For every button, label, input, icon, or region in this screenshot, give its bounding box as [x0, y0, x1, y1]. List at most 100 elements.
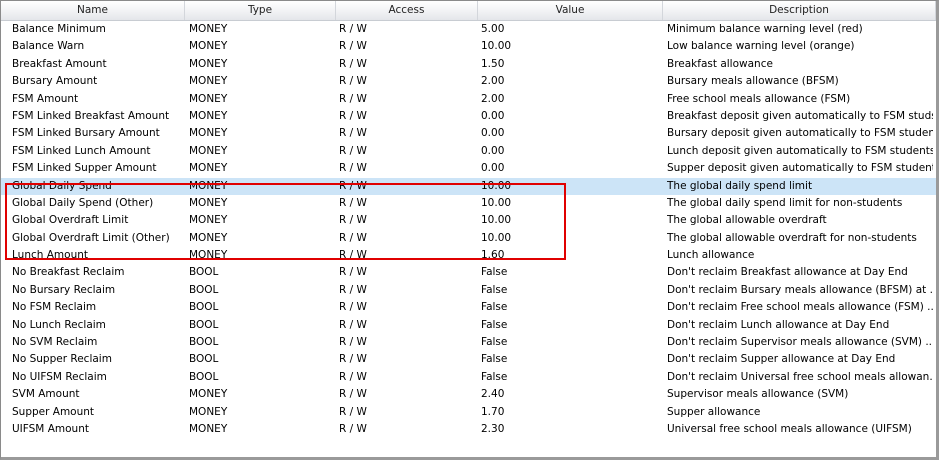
value-cell: 0.00	[481, 109, 505, 122]
description-cell: Low balance warning level (orange)	[667, 40, 855, 53]
name-cell: Balance Warn	[12, 40, 85, 53]
access-cell: R / W	[339, 388, 367, 401]
name-cell: Global Overdraft Limit	[12, 214, 129, 227]
value-cell: False	[481, 370, 508, 383]
value-cell: False	[481, 318, 508, 331]
value-cell: False	[481, 301, 508, 314]
name-cell: SVM Amount	[12, 388, 80, 401]
type-cell: MONEY	[189, 109, 228, 122]
name-cell: FSM Linked Breakfast Amount	[12, 109, 170, 122]
access-cell: R / W	[339, 57, 367, 70]
description-cell: Don't reclaim Lunch allowance at Day End	[667, 318, 890, 331]
name-cell: Global Daily Spend	[12, 179, 112, 192]
table-row[interactable]: FSM Linked Supper Amount MONEY R / W 0.00 Su…	[1, 160, 936, 177]
type-cell: MONEY	[189, 196, 228, 209]
name-cell: Global Overdraft Limit (Other)	[12, 231, 170, 244]
access-cell: R / W	[339, 249, 367, 262]
value-cell: 10.00	[481, 214, 512, 227]
value-cell: False	[481, 283, 508, 296]
table-body: Balance Minimum MONEY R / W 5.00 Minimum bal…	[1, 21, 936, 438]
access-cell: R / W	[339, 283, 367, 296]
type-cell: MONEY	[189, 57, 228, 70]
value-cell: False	[481, 336, 508, 349]
table-row[interactable]: Lunch Amount MONEY R / W 1.60 Lunch allowanc…	[1, 247, 936, 264]
table-row[interactable]: SVM Amount MONEY R / W 2.40 Supervisor meals…	[1, 386, 936, 403]
table-row[interactable]: No Supper Reclaim BOOL R / W False Don't rec…	[1, 351, 936, 368]
type-cell: BOOL	[189, 283, 219, 296]
description-cell: Lunch allowance	[667, 249, 755, 262]
table-row[interactable]: Global Daily Spend (Other) MONEY R / W 10.0…	[1, 195, 936, 212]
type-cell: MONEY	[189, 249, 228, 262]
access-cell: R / W	[339, 144, 367, 157]
type-cell: BOOL	[189, 266, 219, 279]
table-row[interactable]: FSM Linked Lunch Amount MONEY R / W 0.00 Lun…	[1, 143, 936, 160]
value-cell: 0.00	[481, 144, 505, 157]
value-cell: 0.00	[481, 127, 505, 140]
access-cell: R / W	[339, 336, 367, 349]
access-cell: R / W	[339, 353, 367, 366]
table-row[interactable]: UIFSM Amount MONEY R / W 2.30 Universal free…	[1, 421, 936, 438]
type-cell: BOOL	[189, 370, 219, 383]
name-cell: Supper Amount	[12, 405, 95, 418]
name-cell: No UIFSM Reclaim	[12, 370, 107, 383]
table-row[interactable]: FSM Amount MONEY R / W 2.00 Free school meal…	[1, 91, 936, 108]
column-header-name[interactable]: Name	[1, 1, 185, 20]
table-header: Name Type Access Value Description	[1, 1, 936, 21]
name-cell: FSM Amount	[12, 92, 79, 105]
type-cell: MONEY	[189, 23, 228, 35]
description-cell: Bursary meals allowance (BFSM)	[667, 75, 839, 88]
description-cell: The global allowable overdraft	[667, 214, 827, 227]
access-cell: R / W	[339, 162, 367, 175]
table-row[interactable]: FSM Linked Breakfast Amount MONEY R / W 0.0…	[1, 108, 936, 125]
description-cell: The global daily spend limit for non-stu…	[667, 196, 903, 209]
table-row[interactable]: Global Daily Spend MONEY R / W 10.00 The glo…	[1, 177, 936, 195]
type-cell: BOOL	[189, 336, 219, 349]
access-cell: R / W	[339, 109, 367, 122]
table-row[interactable]: Balance Minimum MONEY R / W 5.00 Minimum bal…	[1, 21, 936, 38]
access-cell: R / W	[339, 40, 367, 53]
type-cell: MONEY	[189, 405, 228, 418]
table-row[interactable]: Global Overdraft Limit (Other) MONEY R / W…	[1, 230, 936, 247]
description-cell: Don't reclaim Supper allowance at Day En…	[667, 353, 896, 366]
value-cell: 10.00	[481, 179, 512, 192]
access-cell: R / W	[339, 370, 367, 383]
name-cell: No Supper Reclaim	[12, 353, 112, 366]
type-cell: MONEY	[189, 422, 228, 435]
table-row[interactable]: Balance Warn MONEY R / W 10.00 Low balance w…	[1, 38, 936, 55]
name-cell: Global Daily Spend (Other)	[12, 196, 154, 209]
value-cell: False	[481, 353, 508, 366]
table-row[interactable]: Supper Amount MONEY R / W 1.70 Supper allowa…	[1, 404, 936, 421]
name-cell: Bursary Amount	[12, 75, 98, 88]
column-header-access[interactable]: Access	[336, 1, 478, 20]
description-cell: Don't reclaim Bursary meals allowance (B…	[667, 283, 933, 296]
table-row[interactable]: Bursary Amount MONEY R / W 2.00 Bursary meal…	[1, 73, 936, 90]
name-cell: No FSM Reclaim	[12, 301, 97, 314]
table-row[interactable]: Breakfast Amount MONEY R / W 1.50 Breakfast …	[1, 56, 936, 73]
value-cell: 2.30	[481, 422, 505, 435]
column-header-type[interactable]: Type	[185, 1, 336, 20]
description-cell: Don't reclaim Supervisor meals allowance…	[667, 336, 933, 349]
description-cell: The global allowable overdraft for non-s…	[667, 231, 917, 244]
table-row[interactable]: No SVM Reclaim BOOL R / W False Don't reclai…	[1, 334, 936, 351]
description-cell: Supper deposit given automatically to FS…	[667, 162, 933, 175]
table-row[interactable]: No FSM Reclaim BOOL R / W False Don't reclai…	[1, 299, 936, 316]
column-header-description[interactable]: Description	[663, 1, 936, 20]
type-cell: BOOL	[189, 353, 219, 366]
description-cell: The global daily spend limit	[667, 179, 813, 192]
column-header-value[interactable]: Value	[478, 1, 663, 20]
access-cell: R / W	[339, 405, 367, 418]
table-row[interactable]: Global Overdraft Limit MONEY R / W 10.00 The…	[1, 212, 936, 229]
table-row[interactable]: FSM Linked Bursary Amount MONEY R / W 0.00 B…	[1, 125, 936, 142]
name-cell: Breakfast Amount	[12, 57, 107, 70]
value-cell: 0.00	[481, 162, 505, 175]
name-cell: Lunch Amount	[12, 249, 89, 262]
table-row[interactable]: No UIFSM Reclaim BOOL R / W False Don't recl…	[1, 369, 936, 386]
table-row[interactable]: No Lunch Reclaim BOOL R / W False Don't recl…	[1, 317, 936, 334]
table-row[interactable]: No Bursary Reclaim BOOL R / W False Don't re…	[1, 282, 936, 299]
value-cell: False	[481, 266, 508, 279]
value-cell: 2.00	[481, 75, 505, 88]
table-row[interactable]: No Breakfast Reclaim BOOL R / W False Don't …	[1, 264, 936, 281]
access-cell: R / W	[339, 214, 367, 227]
value-cell: 2.00	[481, 92, 505, 105]
description-cell: Supervisor meals allowance (SVM)	[667, 388, 849, 401]
